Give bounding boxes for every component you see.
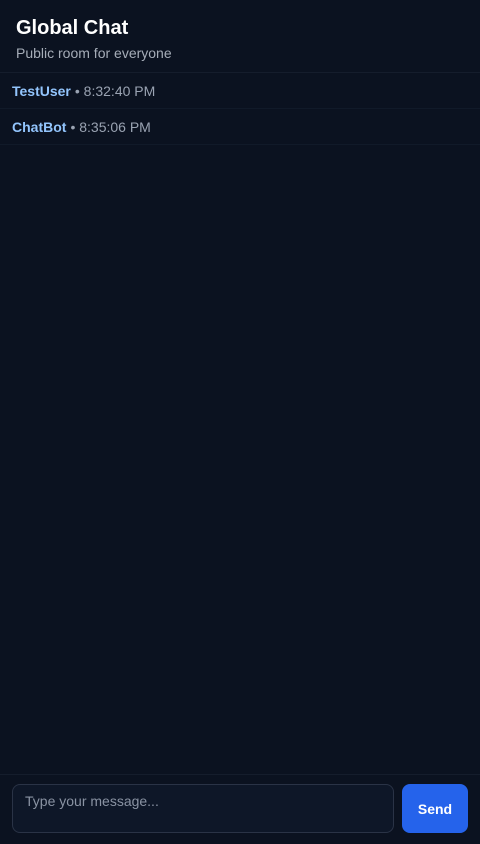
message-row: ChatBot • 8:35:06 PM bbox=[0, 109, 480, 145]
page-subtitle: Public room for everyone bbox=[16, 45, 172, 61]
message-row: TestUser • 8:32:40 PM bbox=[0, 73, 480, 109]
chat-app: Global Chat Public room for everyone Tes… bbox=[0, 0, 480, 844]
message-input[interactable] bbox=[12, 784, 394, 833]
send-button[interactable]: Send bbox=[402, 784, 468, 833]
page-title: Global Chat bbox=[16, 17, 129, 39]
message-author: TestUser bbox=[12, 82, 71, 99]
message-author: ChatBot bbox=[12, 118, 67, 135]
message-list: TestUser • 8:32:40 PM ChatBot • 8:35:06 … bbox=[0, 73, 480, 774]
message-composer: Send bbox=[0, 774, 480, 844]
message-timestamp: • 8:32:40 PM bbox=[74, 82, 156, 99]
message-timestamp: • 8:35:06 PM bbox=[70, 118, 151, 135]
chat-header: Global Chat Public room for everyone bbox=[0, 0, 480, 73]
